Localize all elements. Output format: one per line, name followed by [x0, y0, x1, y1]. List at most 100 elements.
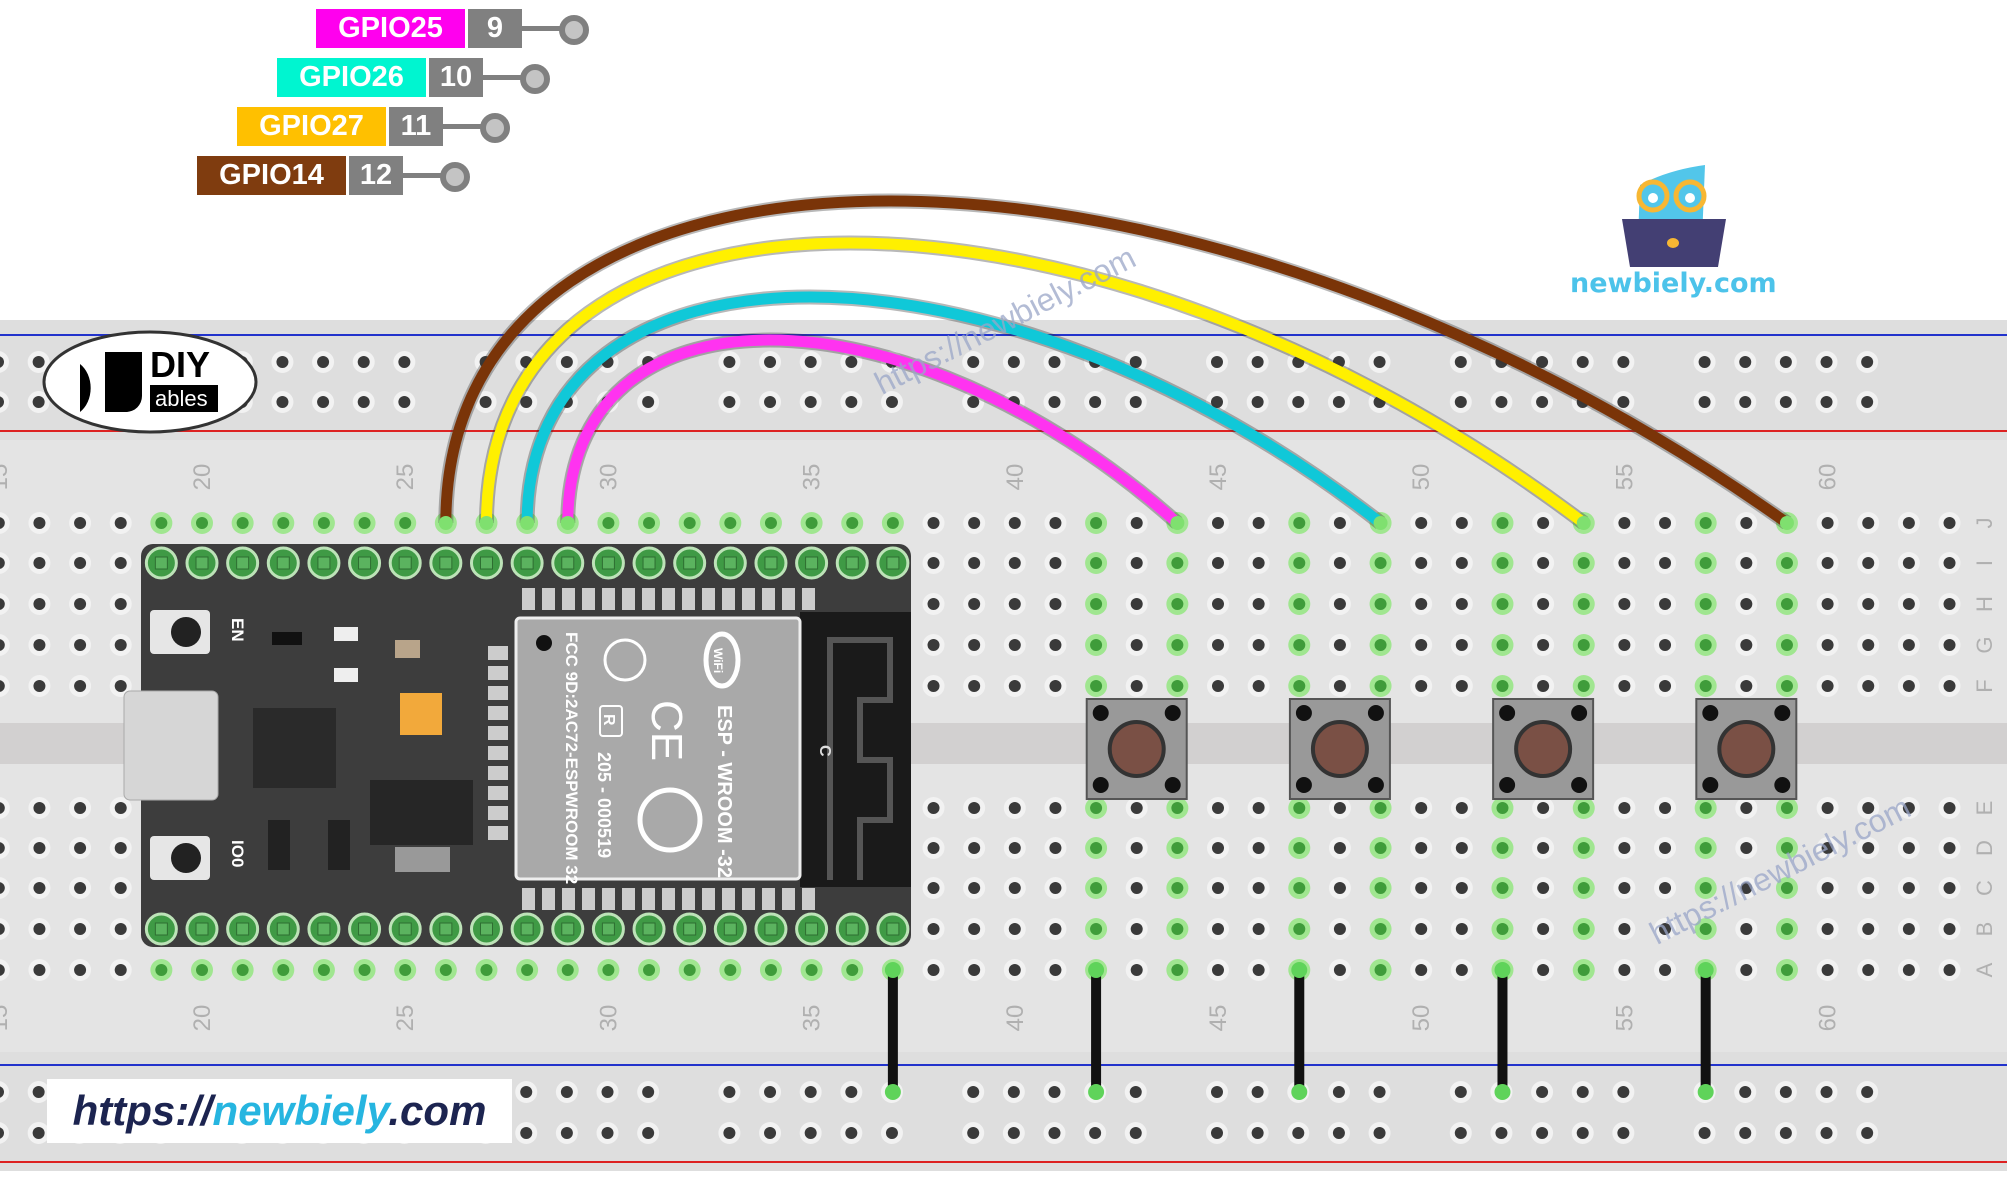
breadboard-hole-socket — [1740, 557, 1753, 569]
url-banner[interactable]: https://newbiely.com — [47, 1079, 512, 1143]
button-cap[interactable] — [1717, 720, 1776, 778]
pin-connector[interactable] — [480, 113, 510, 143]
breadboard-hole-socket — [1618, 964, 1631, 976]
button-cap[interactable] — [1107, 720, 1166, 778]
breadboard-hole-pin — [1699, 557, 1712, 569]
breadboard-hole-socket — [1902, 882, 1915, 894]
breadboard-hole-pin — [1171, 802, 1184, 814]
button-screw — [1164, 705, 1181, 721]
breadboard-hole-socket — [1821, 517, 1834, 529]
button-cap[interactable] — [1514, 720, 1573, 778]
breadboard-hole-socket — [968, 923, 981, 935]
push-button[interactable] — [1695, 698, 1798, 800]
breadboard-hole-socket — [1943, 842, 1956, 854]
breadboard-hole-socket — [967, 1086, 980, 1098]
breadboard-hole-socket — [1332, 396, 1345, 408]
breadboard-hole-socket — [1333, 680, 1346, 692]
breadboard-hole-socket — [1821, 680, 1834, 692]
breadboard-hole-socket — [560, 1127, 573, 1139]
breadboard-hole-socket — [114, 517, 127, 529]
breadboard-hole-socket — [1820, 356, 1833, 368]
breadboard-hole-socket — [804, 396, 817, 408]
esp32-pin-pad — [236, 556, 250, 570]
boot-button-cap[interactable] — [171, 843, 201, 873]
breadboard-hole-socket — [1455, 598, 1468, 610]
breadboard-hole-socket — [845, 356, 858, 368]
breadboard-hole-socket — [1617, 356, 1630, 368]
pin-connector[interactable] — [440, 162, 470, 192]
breadboard-hole-socket — [1130, 842, 1143, 854]
esp32-pin-pad — [317, 556, 331, 570]
column-number: 45 — [1205, 464, 1232, 491]
breadboard-hole-socket — [1212, 923, 1224, 935]
breadboard-hole-socket — [1862, 882, 1875, 894]
breadboard-hole-socket — [1943, 802, 1956, 814]
breadboard-hole-pin — [1090, 923, 1103, 935]
breadboard-hole-socket — [1415, 639, 1428, 651]
breadboard-hole-socket — [1820, 1086, 1833, 1098]
breadboard-hole-socket — [1212, 842, 1224, 854]
breadboard-hole-socket — [114, 598, 127, 610]
wire-end — [884, 962, 901, 978]
breadboard-hole-pin — [1374, 882, 1387, 894]
esp32-pin-pad — [195, 922, 209, 936]
esp32-pin-pad — [723, 556, 737, 570]
breadboard-hole-pin — [1780, 598, 1793, 610]
breadboard-hole-socket — [1008, 842, 1021, 854]
regulator-tab — [395, 847, 450, 872]
esp32-pin-pad — [764, 556, 778, 570]
breadboard-hole-socket — [1008, 802, 1021, 814]
breadboard-hole-socket — [1943, 964, 1956, 976]
breadboard-hole-pin — [196, 964, 208, 976]
breadboard-hole-pin — [1293, 802, 1306, 814]
esp32-pin-pad — [520, 556, 534, 570]
column-number: 35 — [799, 1005, 826, 1032]
module-pad — [602, 588, 615, 610]
smd-led — [334, 668, 358, 682]
breadboard-hole-socket — [33, 598, 46, 610]
breadboard-hole-socket — [1862, 923, 1875, 935]
pin-connector[interactable] — [520, 64, 550, 94]
breadboard-hole-socket — [927, 882, 940, 894]
breadboard-hole-socket — [1129, 396, 1142, 408]
breadboard-hole-socket — [1576, 1127, 1589, 1139]
push-button[interactable] — [1288, 698, 1391, 800]
breadboard-hole-socket — [1373, 1086, 1386, 1098]
breadboard-hole-socket — [1618, 598, 1631, 610]
breadboard-hole-socket — [1212, 680, 1224, 692]
breadboard-hole-socket — [968, 802, 981, 814]
breadboard-hole-socket — [74, 557, 87, 569]
module-pad — [722, 888, 735, 910]
usb-port[interactable] — [123, 690, 219, 801]
module-pad — [488, 826, 508, 840]
breadboard-hole-pin — [1090, 680, 1103, 692]
breadboard-hole-socket — [1048, 396, 1061, 408]
breadboard-hole-pin — [1090, 639, 1103, 651]
breadboard-hole-socket — [1333, 639, 1346, 651]
push-button[interactable] — [1085, 698, 1188, 800]
breadboard-hole-socket — [1455, 802, 1468, 814]
row-letter: F — [1972, 679, 1997, 692]
en-button-cap[interactable] — [171, 617, 201, 647]
wire-end — [1291, 962, 1308, 978]
column-number: 30 — [595, 1005, 622, 1032]
pin-connector[interactable] — [559, 15, 589, 45]
breadboard-hole-pin — [1496, 923, 1509, 935]
breadboard-hole-socket — [1455, 639, 1468, 651]
breadboard-hole-pin — [155, 517, 168, 529]
breadboard-hole-socket — [1252, 639, 1265, 651]
wire-end — [1373, 516, 1388, 530]
breadboard-hole-socket — [1740, 680, 1753, 692]
button-cap[interactable] — [1310, 720, 1369, 778]
push-button[interactable] — [1492, 698, 1595, 800]
breadboard-hole-socket — [927, 517, 940, 529]
breadboard-hole-pin — [480, 964, 493, 976]
breadboard-hole-socket — [1455, 882, 1468, 894]
module-pad — [802, 588, 815, 610]
breadboard-hole-pin — [1577, 557, 1590, 569]
wire-end — [1088, 962, 1105, 978]
breadboard-hole-socket — [1252, 923, 1265, 935]
breadboard-hole-pin — [1090, 842, 1103, 854]
breadboard-hole-socket — [398, 356, 411, 368]
breadboard-hole-socket — [1008, 680, 1021, 692]
